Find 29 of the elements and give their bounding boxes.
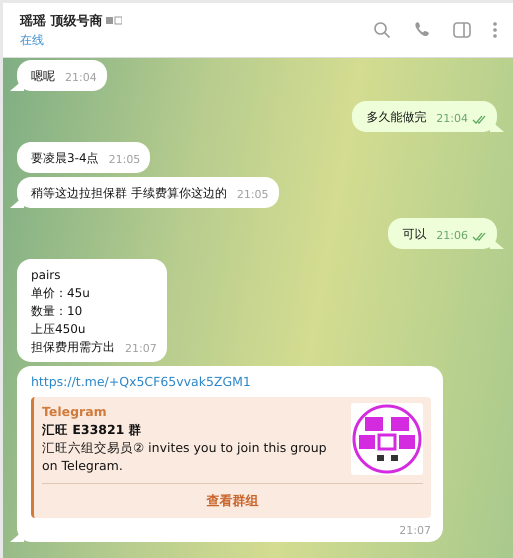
message-text: pairs <box>31 267 62 284</box>
chat-title: 瑶瑶 顶级号商 <box>20 12 103 30</box>
preview-title: 汇旺 E33821 群 <box>42 421 143 439</box>
message-text: 上压450u <box>31 321 87 338</box>
message-text: 可以 <box>402 226 426 243</box>
message-time: 21:05 <box>108 153 140 167</box>
phone-icon[interactable] <box>413 21 431 39</box>
view-group-button[interactable]: 查看群组 <box>42 483 423 518</box>
message-text: 多久能做完 <box>366 109 426 126</box>
online-status: 在线 <box>20 32 44 48</box>
badge-icon <box>106 16 122 25</box>
sidebar-icon[interactable] <box>453 22 471 38</box>
message-time: 21:07 <box>399 524 431 538</box>
message-time: 21:06 <box>436 229 468 243</box>
message-time: 21:07 <box>125 342 157 356</box>
message-text: 嗯呢 <box>31 68 55 85</box>
message-text: 要凌晨3-4点 <box>31 150 99 167</box>
message-text: 单价：45u <box>31 285 91 302</box>
menu-icon[interactable] <box>493 22 497 38</box>
message-text: 稍等这边拉担保群 手续费算你这边的 <box>31 185 227 202</box>
preview-description: 汇旺六组交易员② invites you to join this group on Telegram. <box>42 439 328 475</box>
preview-site: Telegram <box>42 403 108 421</box>
message-time: 21:04 <box>65 71 97 85</box>
message-time: 21:04 <box>436 112 468 126</box>
message-text: 担保费用需方出 <box>31 339 115 356</box>
search-icon[interactable] <box>373 21 391 39</box>
message-link[interactable]: https://t.me/+Qx5CF65vvak5ZGM1 <box>31 373 431 391</box>
message-text: 数量：10 <box>31 303 84 320</box>
message-time: 21:05 <box>236 188 269 202</box>
